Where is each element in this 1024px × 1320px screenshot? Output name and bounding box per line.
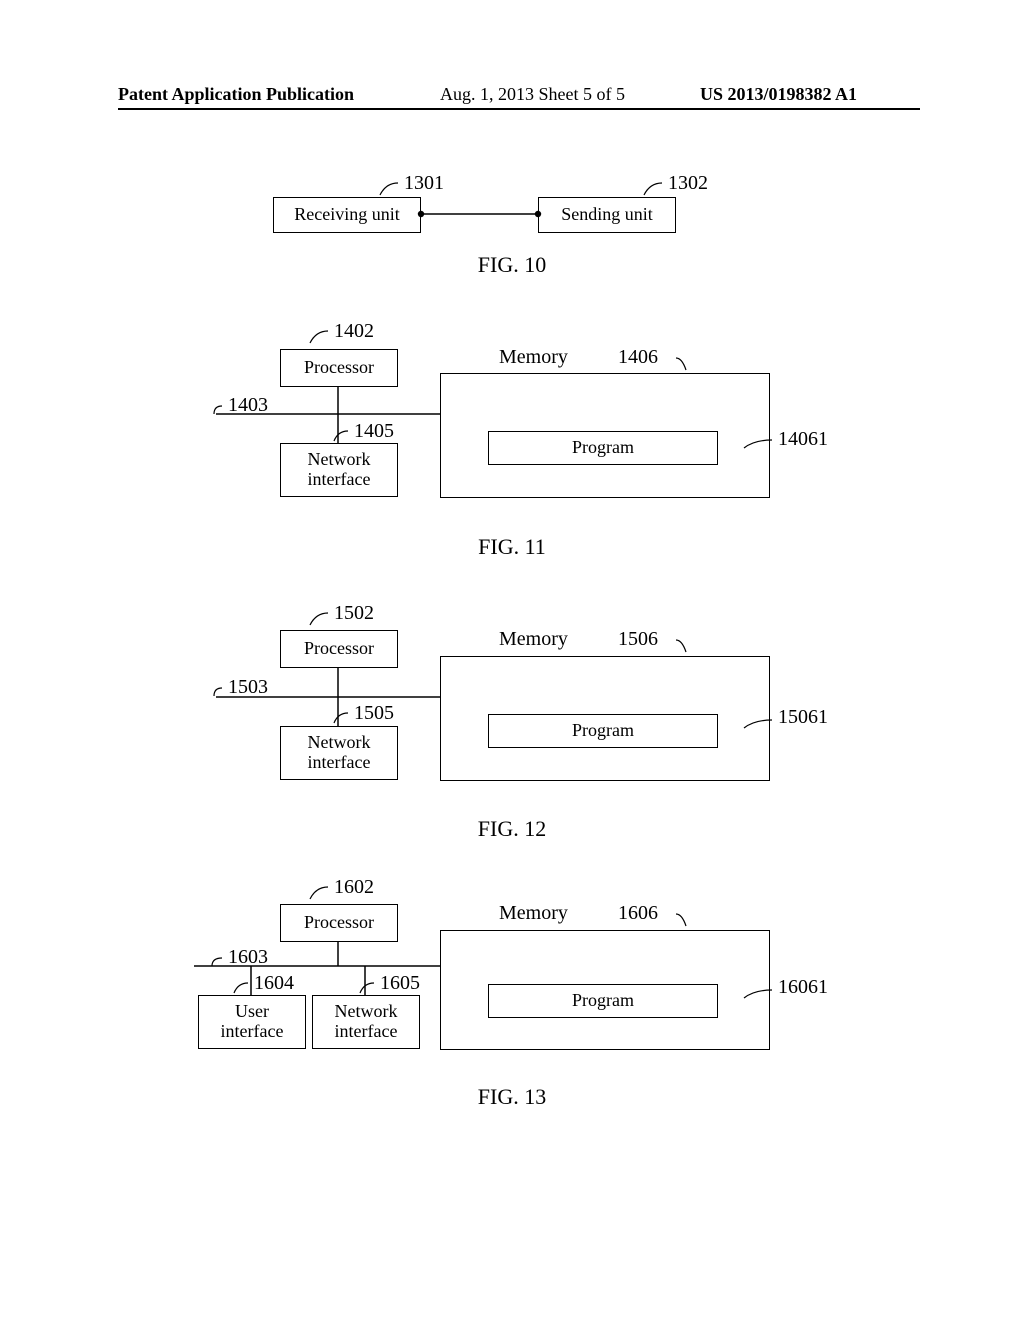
- fig12-ref-1503: 1503: [228, 676, 268, 699]
- fig13-ref-1606: 1606: [618, 902, 658, 925]
- fig11-caption: FIG. 11: [0, 534, 1024, 560]
- fig11-network-interface: Network interface: [280, 443, 398, 497]
- page: Patent Application Publication Aug. 1, 2…: [0, 0, 1024, 1320]
- fig11-processor: Processor: [280, 349, 398, 387]
- fig13-processor: Processor: [280, 904, 398, 942]
- fig13-ref-1603: 1603: [228, 946, 268, 969]
- header-mid: Aug. 1, 2013 Sheet 5 of 5: [440, 84, 625, 105]
- fig11-ref-1402: 1402: [334, 320, 374, 343]
- fig13-ref-1602: 1602: [334, 876, 374, 899]
- fig10-sending-unit: Sending unit: [538, 197, 676, 233]
- fig13-program-box: Program: [488, 984, 718, 1018]
- fig12-memory-label: Memory: [499, 628, 568, 651]
- fig13-user-interface: User interface: [198, 995, 306, 1049]
- header-left: Patent Application Publication: [118, 84, 354, 105]
- fig13-memory-label: Memory: [499, 902, 568, 925]
- fig12-network-interface: Network interface: [280, 726, 398, 780]
- fig11-ref-14061: 14061: [778, 428, 828, 451]
- fig10-ref-1301: 1301: [404, 172, 444, 195]
- fig10-receiving-unit: Receiving unit: [273, 197, 421, 233]
- fig11-ref-1405: 1405: [354, 420, 394, 443]
- fig11-program-box: Program: [488, 431, 718, 465]
- fig13-ref-1604: 1604: [254, 972, 294, 995]
- fig13-ref-16061: 16061: [778, 976, 828, 999]
- fig12-ref-1505: 1505: [354, 702, 394, 725]
- header-rule: [118, 108, 920, 110]
- fig13-caption: FIG. 13: [0, 1084, 1024, 1110]
- fig12-processor: Processor: [280, 630, 398, 668]
- fig12-caption: FIG. 12: [0, 816, 1024, 842]
- fig11-ref-1406: 1406: [618, 346, 658, 369]
- fig11-memory-label: Memory: [499, 346, 568, 369]
- fig12-ref-1506: 1506: [618, 628, 658, 651]
- fig12-ref-15061: 15061: [778, 706, 828, 729]
- fig13-ref-1605: 1605: [380, 972, 420, 995]
- fig12-program-box: Program: [488, 714, 718, 748]
- fig13-network-interface: Network interface: [312, 995, 420, 1049]
- fig10-caption: FIG. 10: [0, 252, 1024, 278]
- fig11-ref-1403: 1403: [228, 394, 268, 417]
- fig12-ref-1502: 1502: [334, 602, 374, 625]
- fig10-ref-1302: 1302: [668, 172, 708, 195]
- header-right: US 2013/0198382 A1: [700, 84, 857, 105]
- fig10-lines: [0, 0, 1024, 260]
